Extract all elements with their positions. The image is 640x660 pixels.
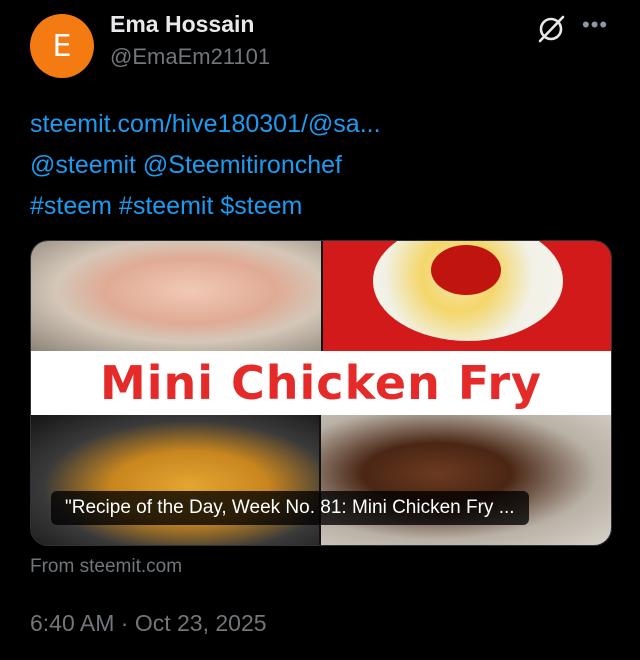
grok-icon[interactable] [536, 14, 566, 44]
post-link[interactable]: steemit.com/hive180301/@sa... [30, 104, 610, 145]
avatar[interactable]: E [30, 14, 94, 78]
frying-photo [31, 415, 319, 545]
card-source[interactable]: From steemit.com [30, 556, 182, 578]
more-icon[interactable]: ••• [582, 12, 610, 37]
post-timestamp[interactable]: 6:40 AM · Oct 23, 2025 [30, 610, 267, 637]
post-mentions[interactable]: @steemit @Steemitironchef [30, 145, 610, 186]
author-name[interactable]: Ema Hossain [110, 11, 254, 38]
author-handle[interactable]: @EmaEm21101 [110, 44, 270, 70]
card-image-title: Mini Chicken Fry [31, 351, 611, 415]
post-hashtags[interactable]: #steem #steemit $steem [30, 186, 610, 227]
card-caption: "Recipe of the Day, Week No. 81: Mini Ch… [51, 491, 529, 525]
link-card[interactable]: Mini Chicken Fry "Recipe of the Day, Wee… [30, 240, 612, 546]
egg-batter-photo [323, 241, 611, 351]
avatar-letter: E [52, 28, 72, 64]
fried-chicken-photo [321, 415, 611, 545]
raw-chicken-photo [31, 241, 321, 351]
post-text: steemit.com/hive180301/@sa... @steemit @… [30, 104, 610, 227]
